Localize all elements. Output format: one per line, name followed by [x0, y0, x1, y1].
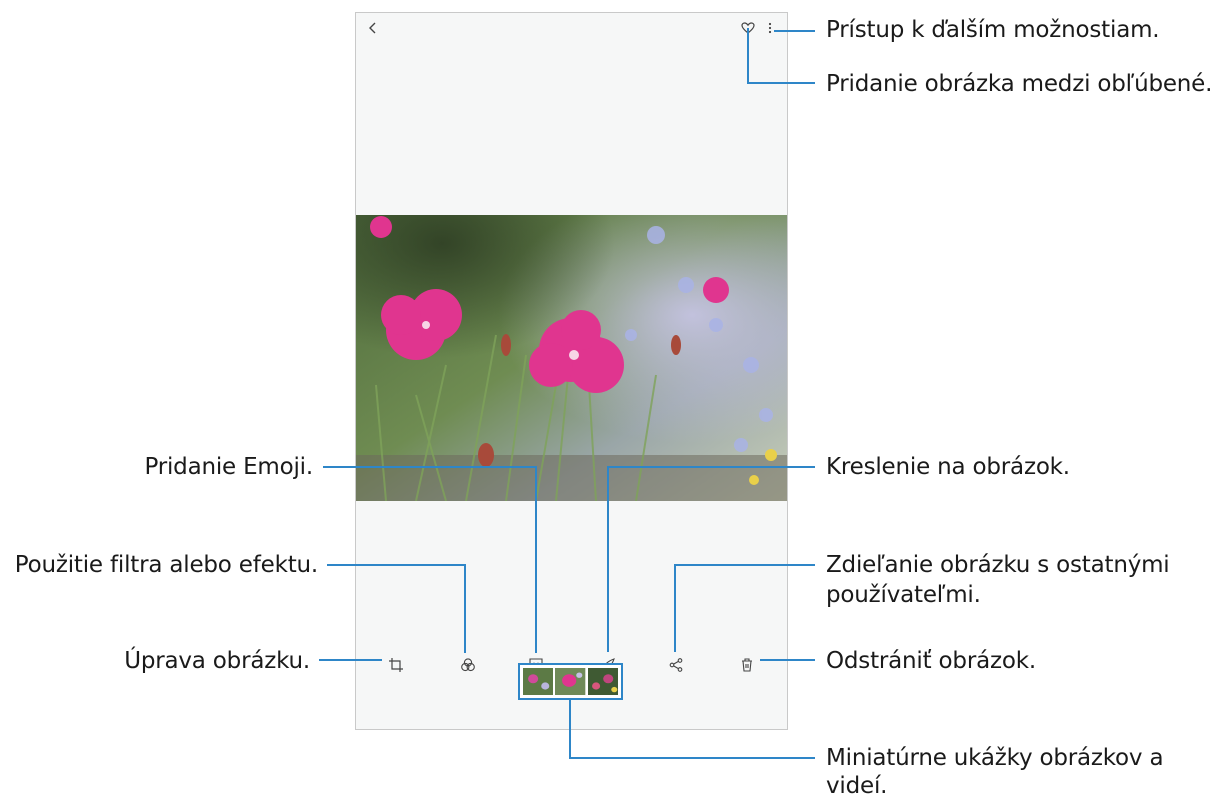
- callout-edit: Úprava obrázku.: [124, 648, 310, 674]
- trash-icon[interactable]: [738, 656, 756, 674]
- thumbnail[interactable]: [523, 668, 554, 695]
- callout-emoji: Pridanie Emoji.: [144, 454, 313, 480]
- more-options-icon[interactable]: [761, 19, 779, 37]
- callout-favorite: Pridanie obrázka medzi obľúbené.: [826, 71, 1213, 97]
- thumbnail[interactable]: [555, 668, 586, 695]
- share-icon[interactable]: [667, 656, 685, 674]
- callout-thumbnails-line1: Miniatúrne ukážky obrázkov a: [826, 745, 1164, 771]
- filter-effect-icon[interactable]: [459, 656, 477, 674]
- callout-share-line2: používateľmi.: [826, 582, 981, 608]
- back-arrow-icon[interactable]: [364, 19, 382, 37]
- callout-delete: Odstrániť obrázok.: [826, 648, 1036, 674]
- thumbnail[interactable]: [587, 668, 618, 695]
- flower-photo: [356, 215, 787, 501]
- callout-draw: Kreslenie na obrázok.: [826, 454, 1070, 480]
- callout-more-options: Prístup k ďalším možnostiam.: [826, 17, 1160, 43]
- thumbnail-strip[interactable]: [518, 663, 623, 700]
- callout-share-line1: Zdieľanie obrázku s ostatnými: [826, 552, 1170, 578]
- heart-icon[interactable]: [739, 19, 757, 37]
- callout-thumbnails-line2: videí.: [826, 773, 888, 799]
- callout-filter: Použitie filtra alebo efektu.: [14, 552, 318, 578]
- edit-crop-icon[interactable]: [387, 656, 405, 674]
- gallery-viewer-screen: [355, 12, 788, 730]
